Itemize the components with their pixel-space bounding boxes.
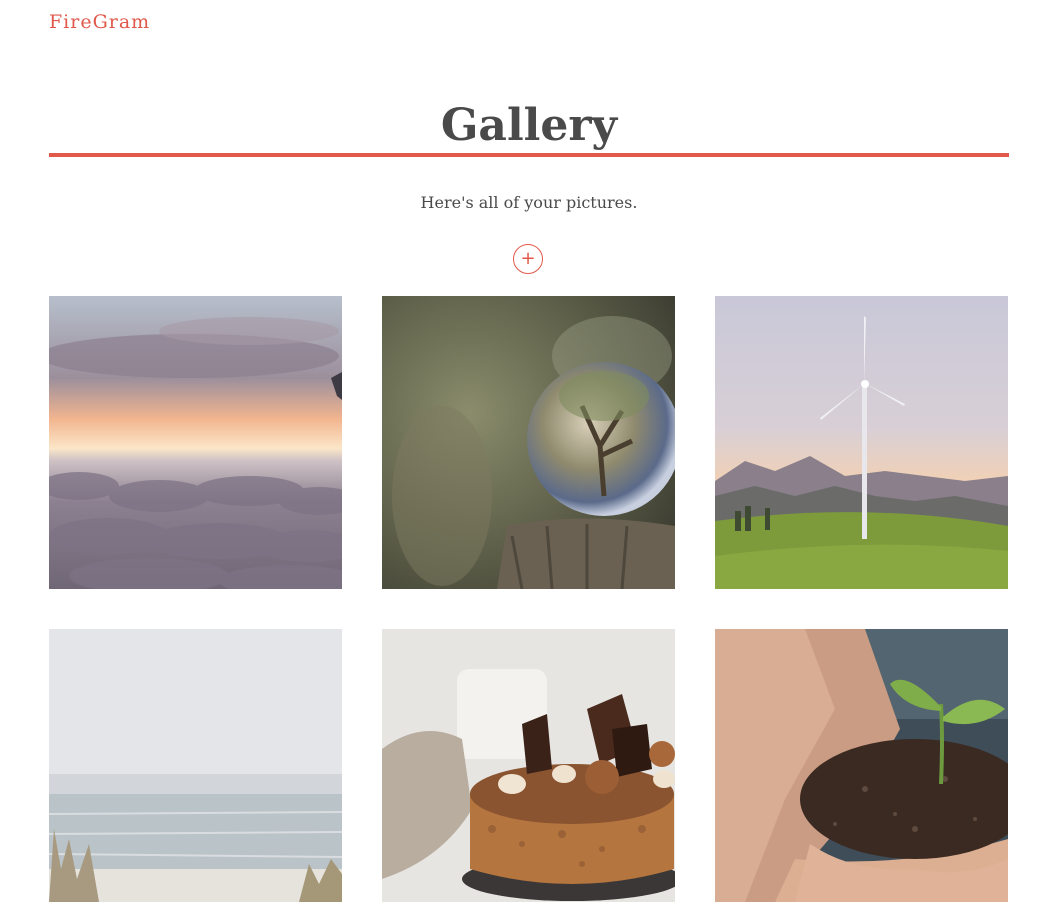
seedling-image [715, 629, 1008, 902]
brand-logo-link[interactable]: FireGram [49, 11, 150, 33]
sea-shore-image [49, 629, 342, 902]
title-divider [49, 153, 1009, 157]
gallery-image-sea[interactable] [49, 629, 342, 902]
crystal-ball-image [382, 296, 675, 589]
upload-button[interactable]: + [513, 244, 543, 274]
plus-icon: + [520, 248, 536, 269]
page: FireGram Gallery Here's all of your pict… [0, 0, 1061, 902]
clouds-sunset-image [49, 296, 342, 589]
gallery-image-cake[interactable] [382, 629, 675, 902]
chocolate-cake-image [382, 629, 675, 902]
gallery-image-clouds[interactable] [49, 296, 342, 589]
gallery-image-seedling[interactable] [715, 629, 1008, 902]
gallery-image-crystal-ball[interactable] [382, 296, 675, 589]
wind-turbine-image [715, 296, 1008, 589]
page-title: Gallery [440, 100, 618, 151]
gallery-image-wind-turbine[interactable] [715, 296, 1008, 589]
page-subtitle: Here's all of your pictures. [420, 193, 638, 212]
